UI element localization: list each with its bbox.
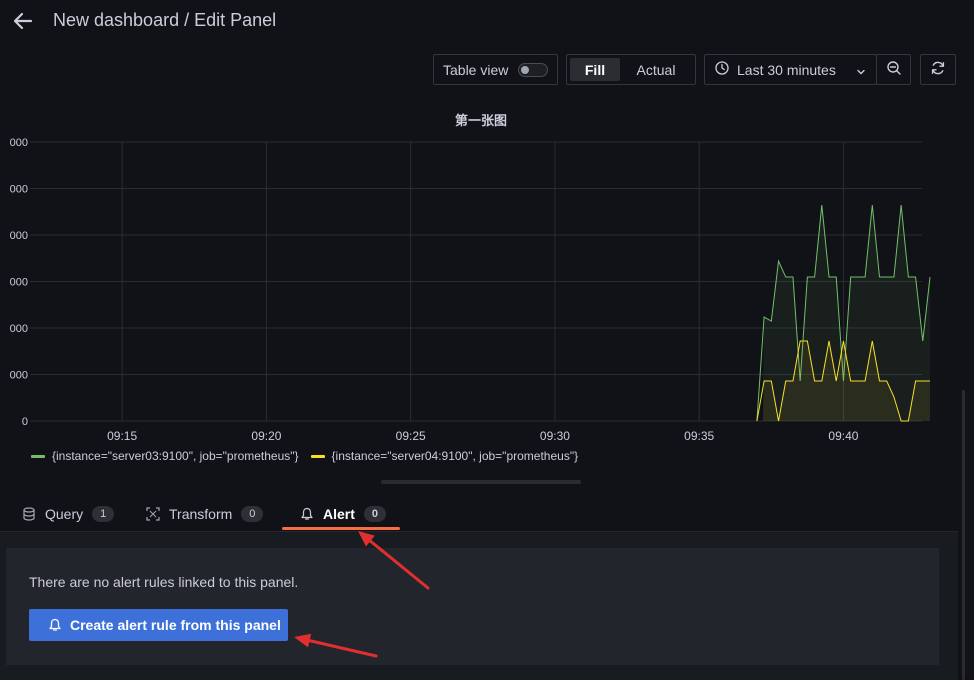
x-tick-label: 09:25 — [396, 429, 426, 442]
refresh-button[interactable] — [920, 54, 956, 85]
time-range-label: Last 30 minutes — [737, 61, 836, 78]
legend-swatch — [31, 454, 45, 458]
y-tick-label: 000 — [10, 230, 28, 242]
chart-title: 第一张图 — [454, 113, 507, 128]
x-tick-label: 09:40 — [828, 429, 858, 442]
y-tick-label: 000 — [10, 137, 28, 149]
actual-button[interactable]: Actual — [620, 58, 692, 81]
active-tab-indicator — [282, 527, 400, 530]
fill-button[interactable]: Fill — [570, 58, 620, 81]
alert-empty-state — [6, 548, 939, 665]
time-range-picker[interactable]: Last 30 minutes — [704, 54, 877, 85]
page-title: New dashboard / Edit Panel — [53, 10, 277, 30]
create-alert-rule-button[interactable]: Create alert rule from this panel — [29, 609, 288, 641]
fill-actual-toggle: Fill Actual — [566, 54, 696, 85]
database-icon — [22, 507, 36, 521]
chevron-down-icon — [856, 64, 866, 80]
tab-query-label: Query — [45, 506, 84, 522]
chart-legend: {instance="server03:9100", job="promethe… — [31, 449, 590, 463]
y-tick-label: 000 — [10, 370, 28, 382]
tab-alert-label: Alert — [323, 506, 355, 522]
x-tick-label: 09:20 — [251, 429, 281, 442]
create-alert-rule-label: Create alert rule from this panel — [70, 617, 281, 633]
zoom-out-button[interactable] — [876, 54, 911, 85]
y-tick-label: 000 — [10, 277, 28, 289]
time-series-chart: 000000000000000000009:15 09:20 09:25 09:30 0… — [10, 137, 931, 442]
legend-label: {instance="server03:9100", job="promethe… — [52, 449, 299, 463]
x-tick-label: 09:35 — [684, 429, 714, 442]
tab-transform-count: 0 — [241, 506, 264, 522]
tab-query-count: 1 — [92, 506, 115, 522]
x-tick-label: 09:15 — [107, 429, 137, 442]
table-view-toggle[interactable]: Table view — [433, 54, 558, 85]
y-tick-label: 000 — [10, 323, 28, 335]
legend-item-1[interactable]: {instance="server03:9100", job="promethe… — [31, 449, 299, 463]
table-view-switch[interactable] — [518, 63, 548, 77]
table-view-label: Table view — [443, 61, 509, 78]
tab-query[interactable]: Query 1 — [22, 498, 115, 530]
legend-label: {instance="server04:9100", job="promethe… — [331, 449, 579, 463]
refresh-icon — [930, 60, 946, 79]
panel-resize-handle[interactable] — [381, 480, 581, 484]
transform-icon — [146, 507, 160, 521]
x-tick-label: 09:30 — [540, 429, 570, 442]
bell-icon — [49, 618, 61, 632]
tab-transform-label: Transform — [169, 506, 233, 522]
zoom-out-icon — [886, 60, 902, 79]
page-header: New dashboard / Edit Panel — [0, 0, 974, 44]
tab-transform[interactable]: Transform 0 — [146, 498, 264, 530]
bell-icon — [300, 507, 314, 521]
y-tick-label: 000 — [10, 184, 28, 196]
legend-item-2[interactable]: {instance="server04:9100", job="promethe… — [310, 449, 579, 463]
legend-swatch — [310, 454, 325, 458]
y-tick-label: 0 — [22, 416, 28, 428]
no-alert-rules-message: There are no alert rules linked to this … — [29, 574, 299, 590]
tab-alert-count: 0 — [363, 506, 386, 522]
vertical-scrollbar[interactable] — [962, 390, 965, 680]
tab-alert[interactable]: Alert 0 — [300, 498, 386, 530]
clock-icon — [715, 61, 729, 78]
back-arrow-icon[interactable] — [10, 8, 36, 34]
editor-tabs: Query 1 Transform 0 Alert 0 — [0, 498, 974, 532]
